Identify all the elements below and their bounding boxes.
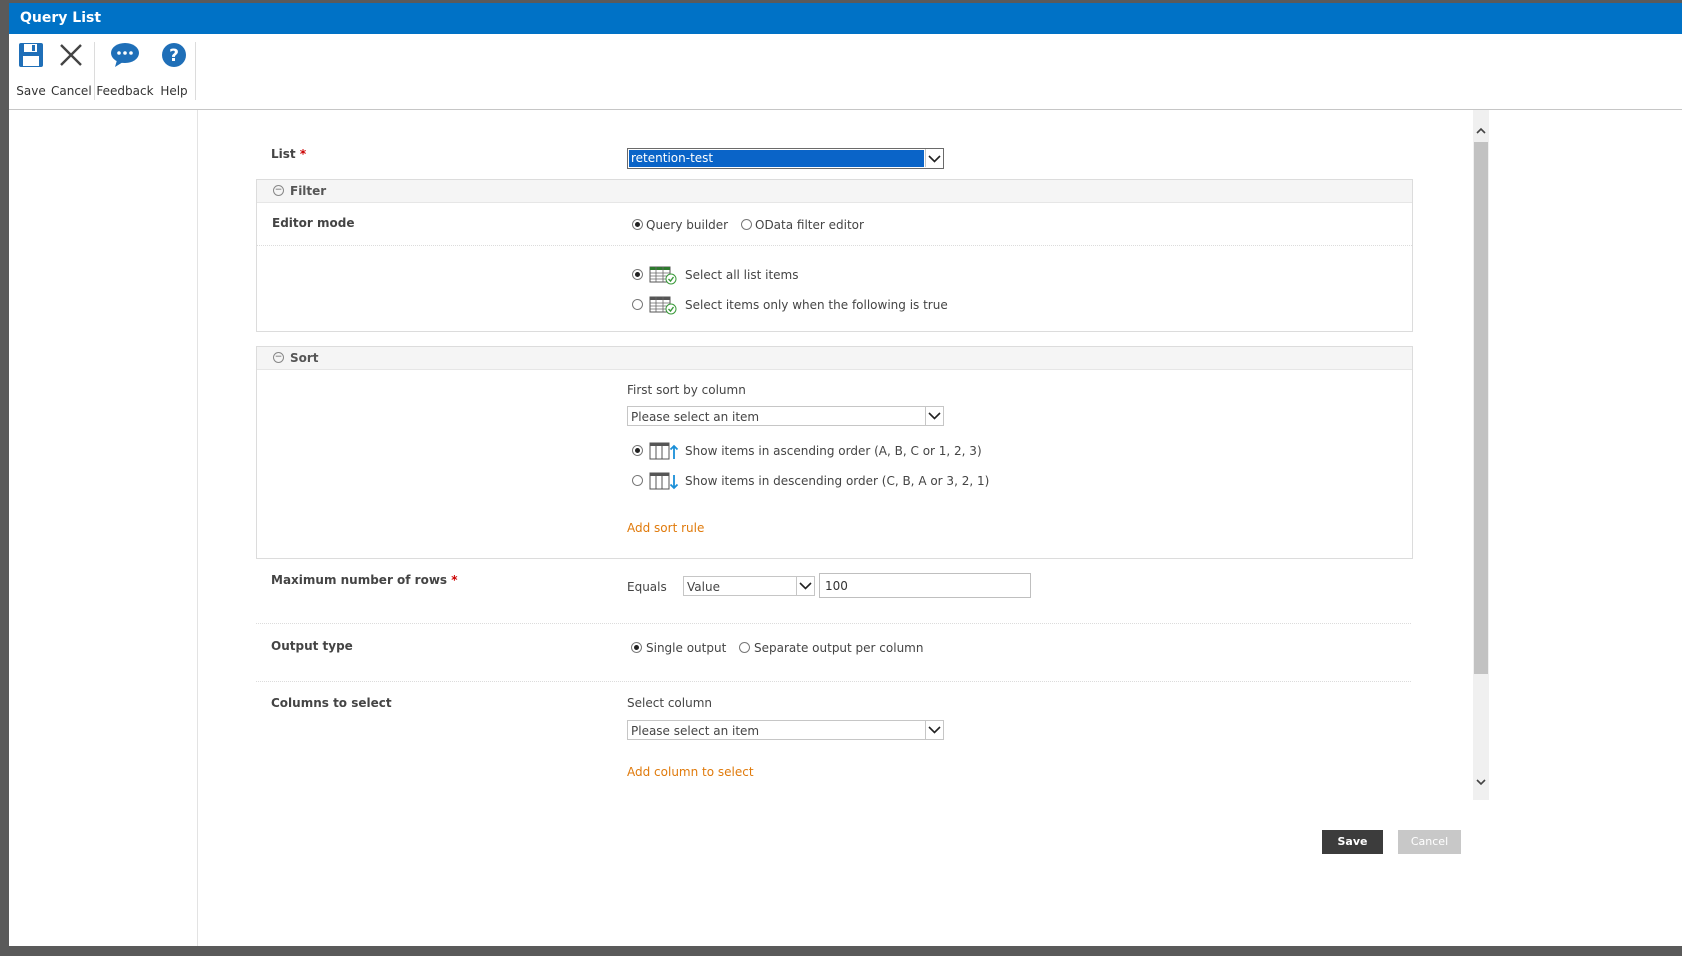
column-select[interactable]: Please select an item: [627, 720, 944, 740]
floppy-disk-icon: [18, 42, 44, 71]
left-pane: [9, 110, 198, 946]
add-column-link[interactable]: Add column to select: [627, 765, 754, 779]
chevron-down-icon: [925, 407, 943, 425]
sort-header[interactable]: − Sort: [257, 347, 1412, 370]
ribbon-save-label: Save: [16, 84, 46, 98]
scroll-down-icon[interactable]: [1476, 775, 1486, 789]
collapse-icon[interactable]: −: [273, 185, 284, 196]
select-all-items-label: Select all list items: [685, 268, 799, 282]
list-selected-value: retention-test: [629, 150, 924, 167]
column-select-value: Please select an item: [631, 724, 760, 738]
collapse-icon[interactable]: −: [273, 352, 284, 363]
scroll-up-icon[interactable]: [1476, 124, 1486, 138]
scrollbar-thumb[interactable]: [1474, 142, 1488, 674]
chevron-down-icon: [925, 149, 943, 167]
add-sort-rule-link[interactable]: Add sort rule: [627, 521, 704, 535]
select-column-label: Select column: [627, 696, 713, 710]
ribbon-help-button[interactable]: ? Help: [154, 34, 194, 104]
list-select[interactable]: retention-test: [627, 148, 944, 169]
chevron-down-icon: [925, 721, 943, 739]
sort-title: Sort: [290, 351, 319, 365]
odata-editor-label: OData filter editor: [755, 218, 864, 232]
ribbon-divider: [195, 42, 196, 100]
divider: [257, 245, 1412, 246]
ribbon-cancel-label: Cancel: [51, 84, 92, 98]
save-button[interactable]: Save: [1322, 830, 1383, 854]
editor-mode-label: Editor mode: [272, 216, 355, 230]
filter-title: Filter: [290, 184, 327, 198]
chevron-down-icon: [796, 577, 814, 595]
max-rows-operator: Equals: [627, 580, 667, 594]
ribbon-save-button[interactable]: Save: [11, 34, 51, 104]
separate-output-radio[interactable]: [739, 642, 750, 653]
descending-radio[interactable]: [632, 475, 643, 486]
single-output-radio[interactable]: [631, 642, 642, 653]
ribbon-help-label: Help: [160, 84, 188, 98]
ribbon-feedback-label: Feedback: [96, 84, 154, 98]
max-rows-input[interactable]: 100: [819, 573, 1031, 598]
separate-output-label: Separate output per column: [754, 641, 924, 655]
ribbon-divider: [94, 42, 95, 100]
columns-label: Columns to select: [271, 696, 392, 710]
list-check-icon: [649, 265, 677, 288]
query-list-dialog: Query List Save Cancel Feedback ? Help L…: [9, 3, 1682, 946]
close-icon: [58, 42, 84, 71]
ribbon-feedback-button[interactable]: Feedback: [96, 34, 154, 104]
divider: [256, 681, 1411, 682]
title-bar: Query List: [9, 3, 1682, 34]
odata-editor-radio[interactable]: [741, 219, 752, 230]
max-rows-label: Maximum number of rows *: [271, 573, 458, 587]
filter-header[interactable]: − Filter: [257, 180, 1412, 203]
question-mark-icon: ?: [161, 42, 187, 71]
max-rows-type-value: Value: [687, 580, 720, 594]
speech-bubble-icon: [110, 42, 140, 71]
single-output-label: Single output: [646, 641, 727, 655]
vertical-scrollbar[interactable]: [1473, 110, 1489, 800]
cancel-button[interactable]: Cancel: [1398, 830, 1461, 854]
query-builder-radio[interactable]: [632, 219, 643, 230]
divider: [256, 623, 1411, 624]
first-sort-label: First sort by column: [627, 383, 746, 397]
dialog-title: Query List: [20, 10, 102, 26]
output-type-label: Output type: [271, 639, 353, 653]
sort-column-select[interactable]: Please select an item: [627, 406, 944, 426]
select-conditional-label: Select items only when the following is …: [685, 298, 948, 312]
list-label: List *: [271, 147, 307, 161]
sort-column-value: Please select an item: [631, 410, 760, 424]
svg-text:?: ?: [169, 46, 179, 66]
query-builder-label: Query builder: [646, 218, 729, 232]
ascending-label: Show items in ascending order (A, B, C o…: [685, 444, 982, 458]
sort-descending-icon: [649, 471, 679, 494]
select-conditional-radio[interactable]: [632, 299, 643, 310]
sort-ascending-icon: [649, 441, 679, 464]
ascending-radio[interactable]: [632, 445, 643, 456]
descending-label: Show items in descending order (C, B, A …: [685, 474, 990, 488]
ribbon-toolbar: Save Cancel Feedback ? Help: [9, 34, 1682, 110]
list-check-icon: [649, 295, 677, 318]
max-rows-type-select[interactable]: Value: [683, 576, 815, 596]
max-rows-value: 100: [825, 579, 848, 593]
ribbon-cancel-button[interactable]: Cancel: [51, 34, 92, 104]
select-all-items-radio[interactable]: [632, 269, 643, 280]
